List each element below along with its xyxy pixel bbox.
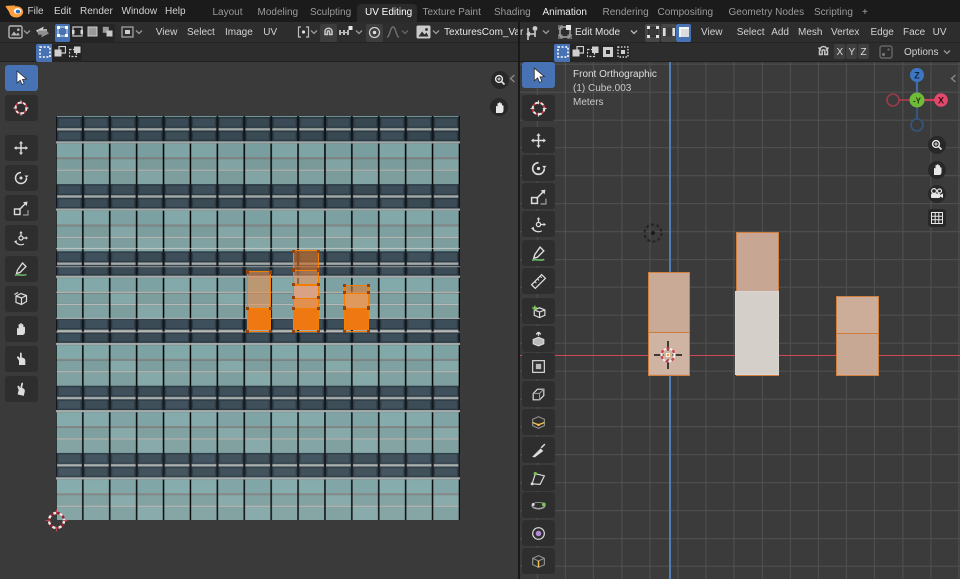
- svg-text:Z: Z: [914, 71, 920, 81]
- svg-text:X: X: [938, 96, 944, 106]
- svg-text:-Y: -Y: [913, 97, 922, 106]
